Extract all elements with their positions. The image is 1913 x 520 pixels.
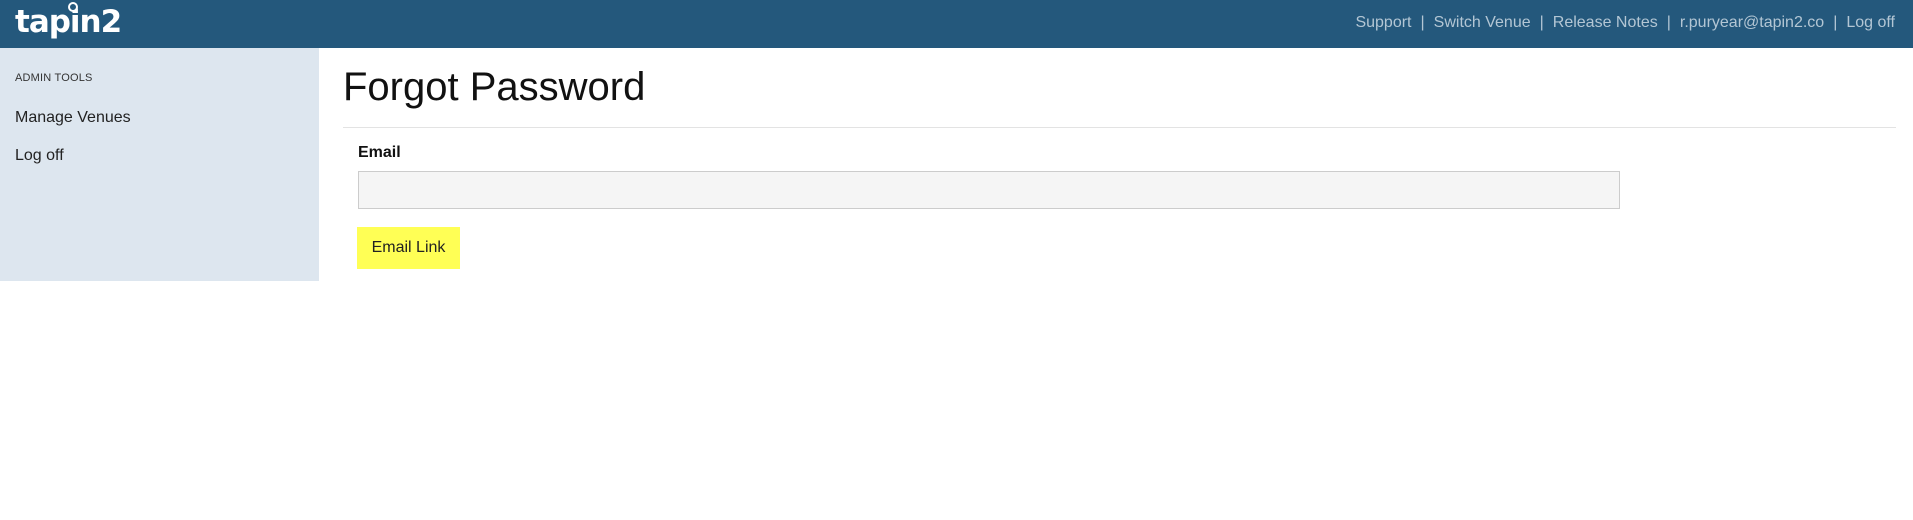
support-link[interactable]: Support bbox=[1355, 14, 1411, 32]
email-link-button[interactable]: Email Link bbox=[357, 227, 460, 269]
title-divider bbox=[343, 127, 1896, 128]
sidebar: ADMIN TOOLS Manage Venues Log off bbox=[0, 48, 319, 281]
page-title: Forgot Password bbox=[343, 65, 646, 109]
top-nav: Support | Switch Venue | Release Notes |… bbox=[1355, 0, 1895, 46]
sidebar-item-manage-venues[interactable]: Manage Venues bbox=[15, 109, 131, 127]
switch-venue-link[interactable]: Switch Venue bbox=[1434, 14, 1531, 32]
logo-pin-icon bbox=[68, 2, 78, 12]
sidebar-heading: ADMIN TOOLS bbox=[15, 72, 93, 84]
nav-separator: | bbox=[1420, 14, 1425, 31]
header-log-off-link[interactable]: Log off bbox=[1846, 14, 1895, 32]
top-bar: tapin2 Support | Switch Venue | Release … bbox=[0, 0, 1913, 48]
release-notes-link[interactable]: Release Notes bbox=[1553, 14, 1658, 32]
nav-separator: | bbox=[1833, 14, 1838, 31]
user-email-link[interactable]: r.puryear@tapin2.co bbox=[1680, 14, 1824, 32]
email-label: Email bbox=[358, 144, 401, 161]
sidebar-item-log-off[interactable]: Log off bbox=[15, 147, 64, 165]
nav-separator: | bbox=[1666, 14, 1671, 31]
nav-separator: | bbox=[1539, 14, 1544, 31]
email-field[interactable] bbox=[358, 171, 1620, 209]
